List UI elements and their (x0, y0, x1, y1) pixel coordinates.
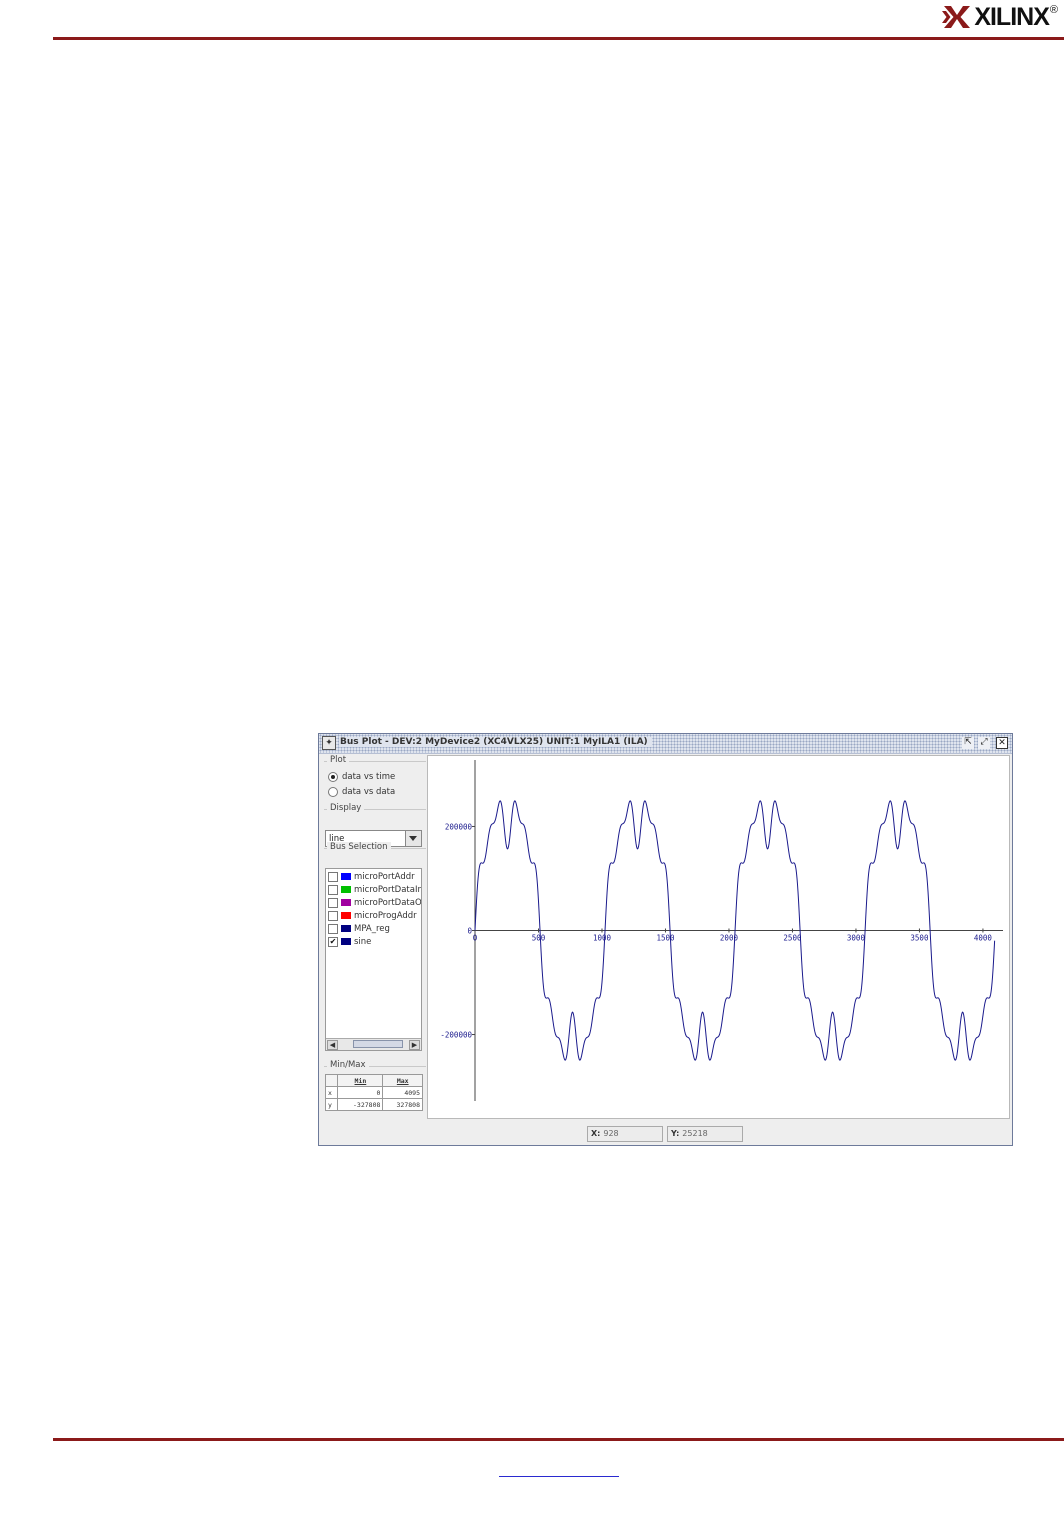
table-cell: 0 (337, 1086, 384, 1099)
x-coordinate-field: X: 928 (587, 1126, 663, 1142)
close-icon[interactable]: ✕ (996, 737, 1008, 749)
x-tick-label: 3000 (847, 934, 866, 943)
title-bar[interactable]: ✦ Bus Plot - DEV:2 MyDevice2 (XC4VLX25) … (319, 734, 1012, 754)
bus-item-mpa-reg[interactable]: MPA_reg (328, 923, 390, 934)
radio-data-vs-time[interactable]: data vs time (328, 772, 395, 782)
y-tick-label: -200000 (440, 1031, 472, 1040)
bus-checkbox[interactable] (328, 897, 338, 908)
table-cell: 327808 (382, 1098, 423, 1111)
minmax-table: Min Max x 0 4095 y -327808 327808 (324, 1074, 423, 1111)
scroll-right-icon[interactable]: ▶ (409, 1040, 420, 1050)
table-header-row: Min Max (324, 1074, 423, 1087)
color-swatch (341, 886, 351, 893)
y-coordinate-field: Y: 25218 (667, 1126, 743, 1142)
x-tick-label: 0 (473, 934, 478, 943)
table-cell: x (324, 1086, 339, 1099)
bus-checkbox[interactable] (328, 884, 338, 895)
x-label: X: (591, 1129, 601, 1138)
bus-plot-window: ✦ Bus Plot - DEV:2 MyDevice2 (XC4VLX25) … (318, 733, 1013, 1146)
bus-name: sine (354, 936, 372, 947)
table-header: Min (337, 1074, 384, 1087)
status-bar: X: 928 Y: 25218 (319, 1121, 1012, 1145)
color-swatch (341, 938, 351, 945)
restore-icon[interactable]: ⇱ (962, 737, 974, 749)
logo-text: XILINX (974, 2, 1050, 31)
bus-plot-app-icon[interactable]: ✦ (322, 736, 336, 750)
bus-name: microPortDataOut (354, 897, 422, 908)
bus-checkbox[interactable] (328, 910, 338, 921)
table-cell: -327808 (337, 1098, 384, 1111)
minmax-group-label: Min/Max (327, 1060, 369, 1070)
checkmark-icon[interactable]: ✔ (328, 936, 338, 947)
bus-selection-list: microPortAddr microPortDataIn microPortD… (325, 868, 422, 1051)
x-tick-label: 2500 (783, 934, 802, 943)
window-title: Bus Plot - DEV:2 MyDevice2 (XC4VLX25) UN… (339, 737, 652, 747)
chevron-down-icon[interactable] (405, 831, 421, 846)
bus-checkbox[interactable] (328, 871, 338, 882)
footer-rule (53, 1438, 1064, 1441)
registered-mark: ® (1049, 4, 1058, 16)
radio-data-vs-data[interactable]: data vs data (328, 787, 395, 797)
color-swatch (341, 912, 351, 919)
table-row: y -327808 327808 (324, 1098, 423, 1111)
display-group-label: Display (327, 803, 365, 813)
bus-plot-chart[interactable]: 0 500 1000 1500 2000 2500 3000 3500 4000 200000 0 -… (428, 756, 1009, 1118)
table-header (324, 1074, 339, 1087)
table-row: x 0 4095 (324, 1086, 423, 1099)
x-tick-label: 500 (532, 934, 546, 943)
plot-group-label: Plot (327, 755, 350, 765)
control-panel: Plot data vs time data vs data Display l… (322, 755, 426, 1119)
table-cell: 4095 (382, 1086, 423, 1099)
color-swatch (341, 899, 351, 906)
bus-item-microportaddr[interactable]: microPortAddr (328, 871, 415, 882)
x-tick-label: 2000 (720, 934, 739, 943)
bus-name: MPA_reg (354, 923, 390, 934)
footer-link[interactable] (499, 1458, 619, 1477)
color-swatch (341, 873, 351, 880)
radio-button-selected[interactable] (328, 772, 338, 782)
x-tick-label: 1500 (656, 934, 675, 943)
maximize-icon[interactable]: ⤢ (978, 737, 990, 749)
table-cell: y (324, 1098, 339, 1111)
bus-name: microProgAddr (354, 910, 417, 921)
header-rule (53, 37, 1064, 40)
y-tick-label: 200000 (445, 822, 473, 831)
bus-name: microPortDataIn (354, 884, 422, 895)
scroll-left-icon[interactable]: ◀ (327, 1040, 338, 1050)
radio-label: data vs time (342, 772, 396, 782)
y-value: 25218 (682, 1129, 708, 1138)
table-header: Max (382, 1074, 423, 1087)
x-tick-label: 4000 (974, 934, 993, 943)
y-label: Y: (671, 1129, 680, 1138)
bus-item-sine[interactable]: ✔ sine (328, 936, 371, 947)
horizontal-scrollbar[interactable]: ◀ ▶ (326, 1038, 421, 1050)
bus-name: microPortAddr (354, 871, 415, 882)
bus-selection-group-label: Bus Selection (327, 842, 391, 852)
bus-item-microportdataout[interactable]: microPortDataOut (328, 897, 422, 908)
radio-label: data vs data (342, 787, 396, 797)
x-value: 928 (603, 1129, 619, 1138)
scrollbar-thumb[interactable] (353, 1040, 403, 1048)
radio-button[interactable] (328, 787, 338, 797)
x-tick-label: 1000 (593, 934, 612, 943)
color-swatch (341, 925, 351, 932)
xilinx-logo: XILINX ® (942, 2, 1058, 32)
bus-item-microportdatain[interactable]: microPortDataIn (328, 884, 422, 895)
xilinx-logo-mark-icon (942, 6, 971, 28)
bus-item-microprogaddr[interactable]: microProgAddr (328, 910, 417, 921)
bus-checkbox[interactable] (328, 923, 338, 934)
x-tick-label: 3500 (910, 934, 929, 943)
plot-area[interactable]: 0 500 1000 1500 2000 2500 3000 3500 4000 200000 0 -… (427, 755, 1010, 1119)
y-tick-label: 0 (467, 927, 472, 936)
